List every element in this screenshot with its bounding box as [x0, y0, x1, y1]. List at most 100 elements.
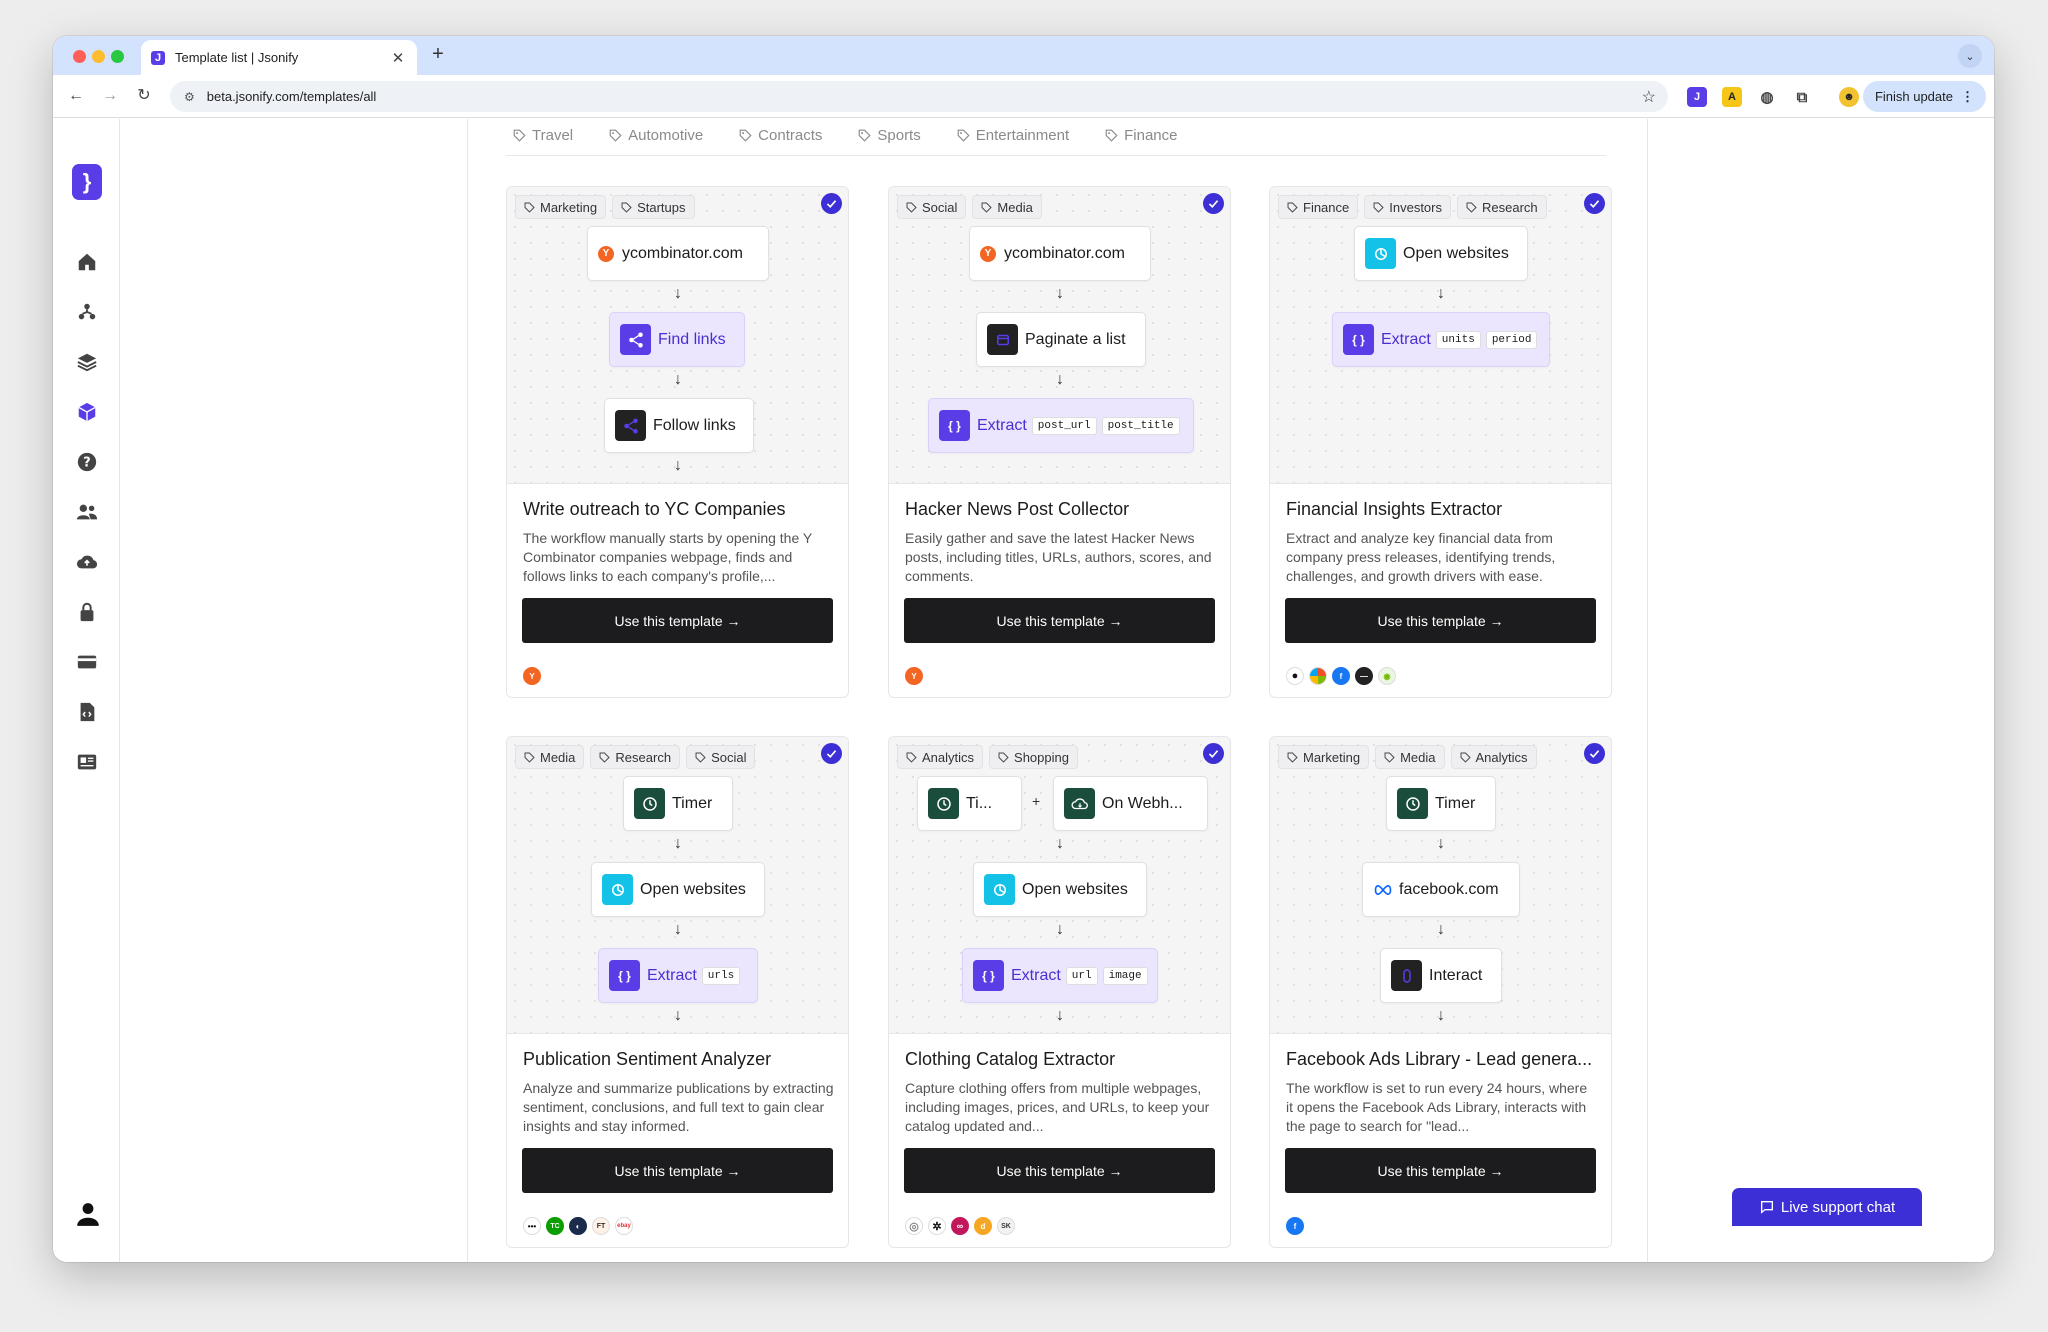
flow-arrow-icon: ↓ [1056, 921, 1064, 938]
browser-menu-icon[interactable]: ⋮ [1961, 89, 1974, 105]
node-label: Extract [1011, 966, 1061, 984]
node-label: Follow links [653, 416, 736, 434]
extension-a-icon[interactable]: A [1722, 87, 1742, 107]
new-tab-button[interactable]: + [427, 43, 449, 66]
category-sports[interactable]: Sports [858, 127, 921, 144]
template-card[interactable]: Social Media Yycombinator.com ↓ Paginate… [888, 186, 1231, 698]
template-card[interactable]: Finance Investors Research Open websites… [1269, 186, 1612, 698]
workflow-diagram: Analytics Shopping Ti... + On Webh... ↓ … [889, 737, 1230, 1034]
workflow-node-timer: Ti... [917, 776, 1022, 831]
template-card[interactable]: Marketing Startups Yycombinator.com ↓ Fi… [506, 186, 849, 698]
forward-arrow-icon[interactable]: → [99, 85, 121, 107]
tag-chip: Shopping [989, 745, 1078, 769]
team-users-icon[interactable] [74, 499, 100, 525]
tag-icon [998, 752, 1009, 763]
workflow-diagram: Finance Investors Research Open websites… [1270, 187, 1611, 484]
tab-search-button[interactable]: ⌄ [1958, 44, 1982, 68]
braces-icon: { } [939, 410, 970, 441]
window-close-button[interactable] [73, 50, 86, 63]
back-arrow-icon[interactable]: ← [65, 85, 87, 107]
workflow-tree-icon[interactable] [74, 299, 100, 325]
card-description: The workflow manually starts by opening … [523, 530, 812, 584]
card-description: Extract and analyze key financial data f… [1286, 530, 1556, 584]
sk-logo-icon: SK [997, 1217, 1015, 1235]
use-template-button[interactable]: Use this template → [522, 1148, 833, 1193]
category-entertainment[interactable]: Entertainment [957, 127, 1069, 144]
template-card[interactable]: Marketing Media Analytics Timer ↓ facebo… [1269, 736, 1612, 1248]
paginate-list-icon [987, 324, 1018, 355]
templates-cube-icon[interactable] [74, 399, 100, 425]
tag-list: Media Research Social [515, 745, 761, 769]
tag-label: Media [1400, 749, 1436, 765]
techcrunch-logo-icon: TC [546, 1217, 564, 1235]
tag-chip: Finance [1278, 195, 1359, 219]
card-title: Facebook Ads Library - Lead genera... [1286, 1049, 1593, 1069]
cloud-upload-icon[interactable] [74, 549, 100, 575]
site-info-icon[interactable]: ⚙ [184, 90, 195, 104]
window-zoom-button[interactable] [111, 50, 124, 63]
address-bar[interactable]: ⚙ beta.jsonify.com/templates/all ☆ [170, 81, 1668, 112]
live-support-chat-button[interactable]: Live support chat [1732, 1188, 1922, 1226]
medium-logo-icon: ••• [523, 1217, 541, 1235]
tag-label: Marketing [1303, 749, 1361, 765]
tag-label: Marketing [540, 199, 598, 215]
use-template-button[interactable]: Use this template → [522, 598, 833, 643]
extensions-puzzle-icon[interactable]: ⧉ [1792, 87, 1812, 107]
right-gutter [1649, 119, 1994, 1262]
tag-chip: Startups [612, 195, 695, 219]
lock-icon[interactable] [74, 599, 100, 625]
use-template-button[interactable]: Use this template → [1285, 598, 1596, 643]
category-travel[interactable]: Travel [513, 127, 573, 144]
node-label: Extract [647, 966, 697, 984]
window-minimize-button[interactable] [92, 50, 105, 63]
flow-arrow-icon: ↓ [674, 371, 682, 388]
user-profile-icon[interactable] [74, 1198, 102, 1230]
flow-arrow-icon: ↓ [1437, 1007, 1445, 1024]
bookmark-star-icon[interactable]: ☆ [1642, 87, 1656, 107]
browser-tab-active[interactable]: J Template list | Jsonify ✕ [141, 40, 417, 75]
jsonify-extension-icon[interactable]: J [1687, 87, 1707, 107]
category-contracts[interactable]: Contracts [739, 127, 822, 144]
card-title: Write outreach to YC Companies [523, 499, 786, 519]
ycombinator-icon: Y [598, 245, 614, 262]
use-template-button[interactable]: Use this template → [904, 1148, 1215, 1193]
jsonify-logo[interactable]: } [72, 164, 102, 200]
flow-arrow-icon: ↓ [674, 921, 682, 938]
verified-check-icon [1584, 743, 1605, 764]
reload-icon[interactable]: ↻ [133, 85, 155, 107]
layers-icon[interactable] [74, 349, 100, 375]
extension-cookie-icon[interactable]: ◍ [1757, 87, 1777, 107]
tag-label: Startups [637, 199, 686, 215]
node-label: Extract [1381, 330, 1431, 348]
tab-strip: J Template list | Jsonify ✕ + ⌄ [53, 36, 1994, 75]
use-template-button[interactable]: Use this template → [904, 598, 1215, 643]
tag-icon [1373, 202, 1384, 213]
node-label: Extract [977, 416, 1027, 434]
flow-arrow-icon: ↓ [674, 285, 682, 302]
home-icon[interactable] [74, 249, 100, 275]
tag-label: Social [711, 749, 747, 765]
tag-chip: Social [897, 195, 967, 219]
tag-list: Finance Investors Research [1278, 195, 1553, 219]
field-chip: post_title [1101, 416, 1180, 435]
shop-logo-icon: ∞ [951, 1217, 969, 1235]
profile-avatar-icon[interactable]: ☻ [1839, 87, 1859, 107]
template-card[interactable]: Media Research Social Timer ↓ Open websi… [506, 736, 849, 1248]
site-logos: ● f — ◉ [1286, 667, 1401, 685]
node-label: ycombinator.com [1004, 244, 1125, 262]
category-finance[interactable]: Finance [1105, 127, 1178, 144]
help-question-icon[interactable]: ? [74, 449, 100, 475]
tag-icon [739, 129, 752, 142]
billing-card-icon[interactable] [74, 649, 100, 675]
category-automotive[interactable]: Automotive [609, 127, 703, 144]
tag-label: Analytics [922, 749, 975, 765]
flow-arrow-icon: ↓ [1056, 1007, 1064, 1024]
close-tab-icon[interactable]: ✕ [389, 49, 407, 67]
tag-chip: Research [1457, 195, 1547, 219]
left-gutter [120, 119, 467, 1262]
template-card[interactable]: Analytics Shopping Ti... + On Webh... ↓ … [888, 736, 1231, 1248]
use-template-button[interactable]: Use this template → [1285, 1148, 1596, 1193]
code-file-icon[interactable] [74, 699, 100, 725]
finish-update-button[interactable]: Finish update ⋮ [1862, 81, 1986, 112]
news-reader-icon[interactable] [74, 749, 100, 775]
